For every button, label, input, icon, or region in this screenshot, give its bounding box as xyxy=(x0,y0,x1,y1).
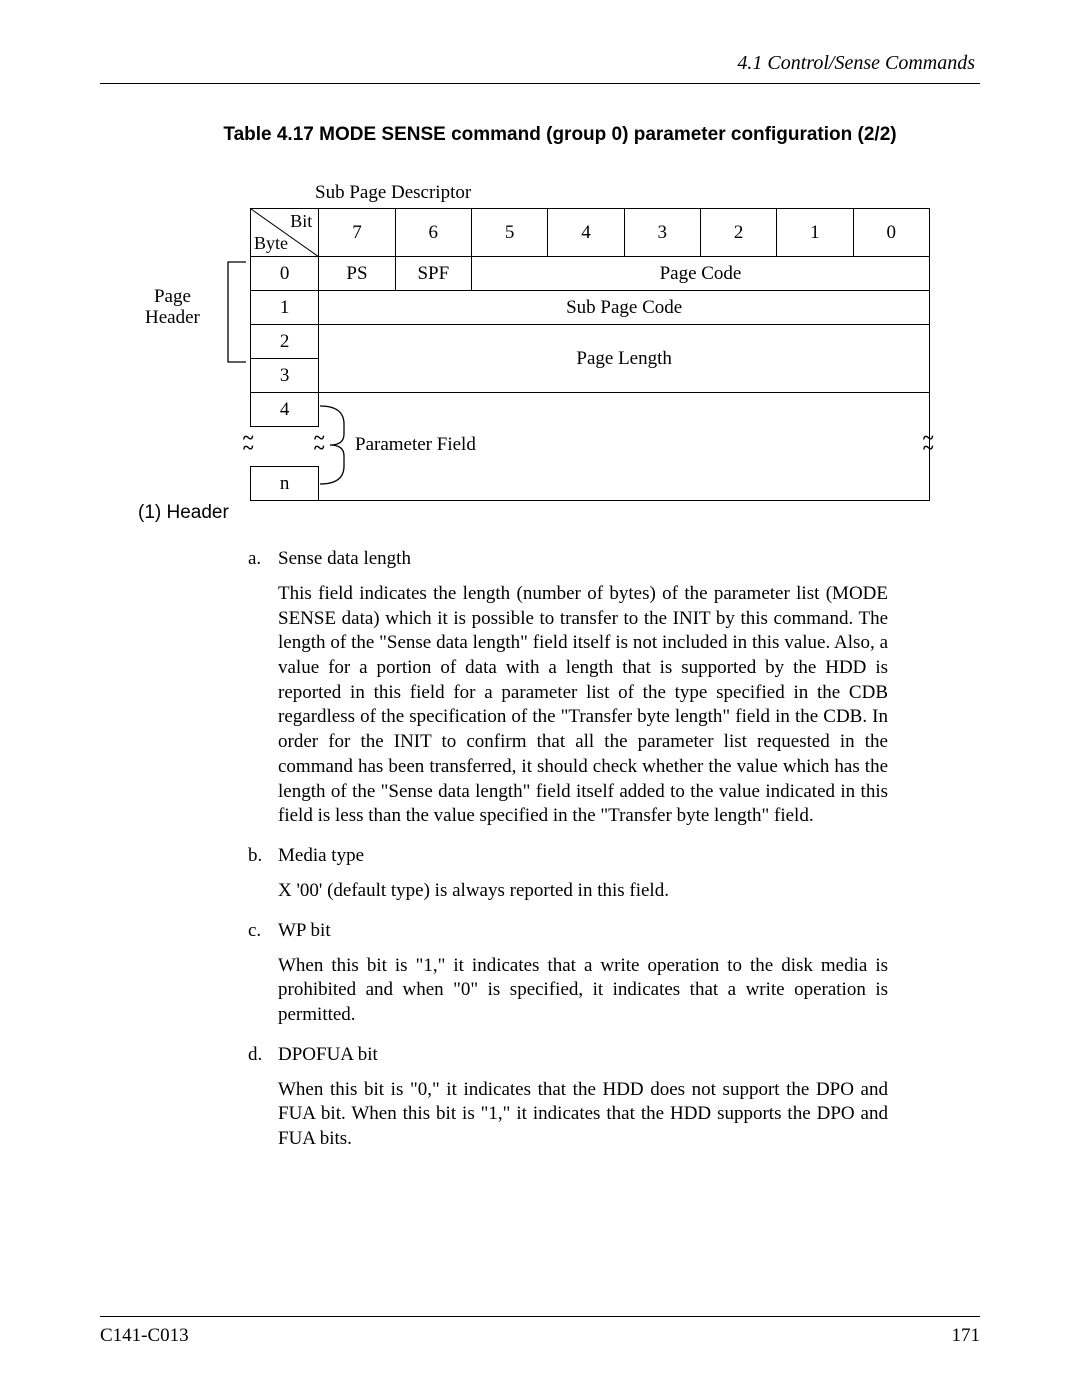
cell-pagecode: Page Code xyxy=(471,257,929,291)
bit-2: 2 xyxy=(700,209,776,257)
header-rule xyxy=(100,83,980,84)
byte-4: 4 xyxy=(251,393,319,427)
definition-list: a.Sense data length This field indicates… xyxy=(248,548,980,1152)
page-header-label: Page Header xyxy=(145,287,200,329)
item-title: DPOFUA bit xyxy=(278,1044,378,1065)
page-header-label-line1: Page xyxy=(154,286,191,307)
item-marker: a. xyxy=(248,548,278,570)
bit-5: 5 xyxy=(471,209,547,257)
byte-3: 3 xyxy=(251,359,319,393)
bit-1: 1 xyxy=(777,209,853,257)
byte-label: Byte xyxy=(254,233,288,254)
cell-subpagecode: Sub Page Code xyxy=(319,291,930,325)
bit-3: 3 xyxy=(624,209,700,257)
bracket-icon xyxy=(226,260,250,364)
bit-label: Bit xyxy=(290,211,312,232)
list-item: d.DPOFUA bit When this bit is "0," it in… xyxy=(248,1044,980,1152)
cell-ps: PS xyxy=(319,257,395,291)
item-marker: d. xyxy=(248,1044,278,1066)
parameter-field-label: Parameter Field xyxy=(355,434,476,456)
item-title: Media type xyxy=(278,845,364,866)
tilde-icon: ~~ xyxy=(243,433,253,453)
list-item: a.Sense data length This field indicates… xyxy=(248,548,980,829)
item-body: When this bit is "0," it indicates that … xyxy=(278,1078,888,1152)
byte-gap xyxy=(251,427,319,467)
figure: Sub Page Descriptor Page Header Bit Byte… xyxy=(130,182,980,482)
item-marker: c. xyxy=(248,920,278,942)
byte-n: n xyxy=(251,467,319,501)
item-body: This field indicates the length (number … xyxy=(278,582,888,829)
item-body: X '00' (default type) is always reported… xyxy=(278,879,888,904)
bit-table: Bit Byte 7 6 5 4 3 2 1 0 0 PS SPF Page C… xyxy=(250,208,930,501)
byte-1: 1 xyxy=(251,291,319,325)
footer-rule xyxy=(100,1316,980,1317)
section-heading: (1) Header xyxy=(138,502,980,524)
footer: C141-C013 171 xyxy=(100,1316,980,1347)
byte-2: 2 xyxy=(251,325,319,359)
bit-0: 0 xyxy=(853,209,929,257)
list-item: c.WP bit When this bit is "1," it indica… xyxy=(248,920,980,1028)
bit-7: 7 xyxy=(319,209,395,257)
table-caption: Table 4.17 MODE SENSE command (group 0) … xyxy=(100,124,980,146)
tilde-icon: ~~ xyxy=(923,433,933,453)
byte-0: 0 xyxy=(251,257,319,291)
cell-spf: SPF xyxy=(395,257,471,291)
item-title: WP bit xyxy=(278,920,331,941)
item-title: Sense data length xyxy=(278,548,411,569)
page-number: 171 xyxy=(952,1325,981,1347)
running-header: 4.1 Control/Sense Commands xyxy=(100,52,980,75)
item-body: When this bit is "1," it indicates that … xyxy=(278,954,888,1028)
list-item: b.Media type X '00' (default type) is al… xyxy=(248,845,980,904)
bit-6: 6 xyxy=(395,209,471,257)
doc-id: C141-C013 xyxy=(100,1325,189,1347)
page-header-label-line2: Header xyxy=(145,307,200,328)
sub-page-descriptor-label: Sub Page Descriptor xyxy=(315,182,471,204)
corner-cell: Bit Byte xyxy=(251,209,319,257)
item-marker: b. xyxy=(248,845,278,867)
bit-4: 4 xyxy=(548,209,624,257)
tilde-icon: ~~ xyxy=(314,433,324,453)
cell-pagelength: Page Length xyxy=(319,325,930,393)
